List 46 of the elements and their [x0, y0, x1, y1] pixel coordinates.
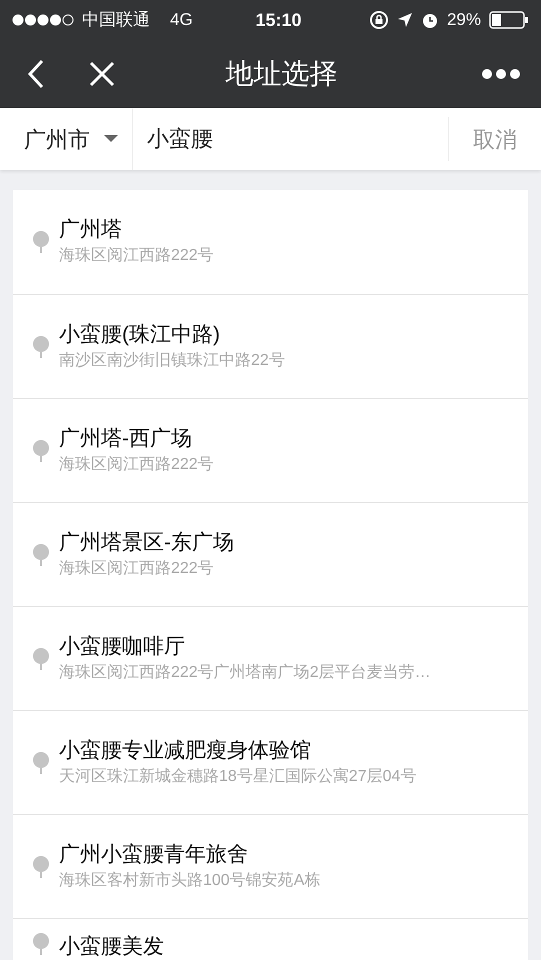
location-pin-icon: [33, 752, 49, 774]
page-title: 地址选择: [224, 57, 338, 91]
place-name: 广州塔: [59, 217, 123, 243]
battery-percent: 29%: [446, 9, 481, 32]
location-pin-icon: [33, 933, 49, 955]
location-arrow-icon: [396, 12, 413, 28]
place-name: 小蛮腰(珠江中路): [59, 322, 221, 348]
location-pin-icon: [33, 336, 49, 358]
network-type: 4G: [170, 9, 193, 32]
location-pin-icon: [33, 856, 49, 878]
place-address: 海珠区客村新市头路100号锦安苑A栋: [59, 870, 320, 890]
place-item[interactable]: 小蛮腰咖啡厅 海珠区阅江西路222号广州塔南广场2层平台麦当劳…: [13, 606, 528, 710]
place-address: 海珠区阅江西路222号: [59, 454, 214, 474]
place-name: 广州小蛮腰青年旅舍: [59, 842, 249, 868]
rotation-lock-icon: [368, 10, 389, 30]
dropdown-caret-icon: [104, 135, 118, 143]
place-address: 海珠区阅江西路222号广州塔南广场2层平台麦当劳…: [59, 662, 431, 682]
place-item[interactable]: 广州塔景区-东广场 海珠区阅江西路222号: [13, 502, 528, 606]
place-name: 小蛮腰专业减肥瘦身体验馆: [59, 738, 312, 764]
place-name: 广州塔景区-东广场: [59, 530, 234, 556]
more-dots-icon: [481, 68, 521, 80]
place-item[interactable]: 小蛮腰(珠江中路) 南沙区南沙街旧镇珠江中路22号: [13, 294, 528, 398]
place-address: 南沙区南沙街旧镇珠江中路22号: [59, 350, 285, 370]
signal-strength-icon: [12, 14, 74, 26]
place-name: 小蛮腰美发: [59, 934, 164, 960]
location-pin-icon: [33, 440, 49, 462]
place-address: 海珠区阅江西路222号: [59, 246, 214, 266]
alarm-clock-icon: [420, 11, 439, 29]
location-pin-icon: [33, 648, 49, 670]
place-item[interactable]: 广州塔-西广场 海珠区阅江西路222号: [13, 398, 528, 502]
carrier-name: 中国联通: [82, 9, 150, 32]
back-chevron-icon: [27, 59, 45, 89]
place-name: 小蛮腰咖啡厅: [59, 634, 186, 660]
place-name: 广州塔-西广场: [59, 426, 193, 452]
clock-time: 15:10: [254, 8, 302, 32]
location-pin-icon: [33, 544, 49, 566]
place-address: 天河区珠江新城金穗路18号星汇国际公寓27层04号: [59, 766, 416, 786]
location-pin-icon: [33, 231, 49, 253]
place-item[interactable]: 广州小蛮腰青年旅舍 海珠区客村新市头路100号锦安苑A栋: [13, 814, 528, 918]
battery-icon: [489, 11, 529, 29]
place-address: 海珠区阅江西路222号: [59, 558, 215, 578]
place-item[interactable]: 小蛮腰美发: [13, 918, 528, 960]
close-icon: [89, 61, 115, 87]
place-item[interactable]: 小蛮腰专业减肥瘦身体验馆 天河区珠江新城金穗路18号星汇国际公寓27层04号: [13, 710, 528, 814]
search-bar[interactable]: 广州市 小蛮腰 取消: [0, 108, 541, 170]
place-item[interactable]: 广州塔 海珠区阅江西路222号: [13, 190, 528, 294]
